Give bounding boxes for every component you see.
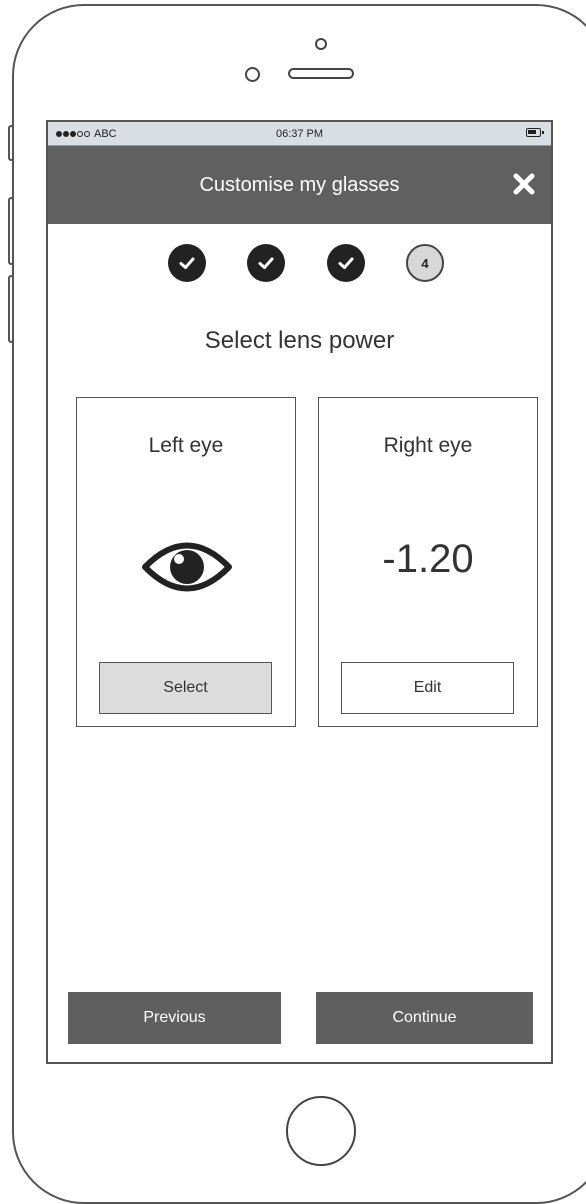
right-eye-card: Right eye -1.20 Edit — [318, 397, 538, 727]
camera — [315, 38, 327, 50]
left-eye-title: Left eye — [148, 434, 224, 457]
volume-down-button — [8, 275, 14, 343]
home-button[interactable] — [286, 1096, 356, 1166]
right-eye-title: Right eye — [383, 434, 473, 457]
continue-button[interactable]: Continue — [316, 992, 533, 1044]
screen: ABC 06:37 PM Customise my glasses 4 Sele… — [46, 120, 553, 1064]
status-bar: ABC 06:37 PM — [48, 122, 551, 146]
speaker — [288, 68, 354, 79]
step-1-complete — [168, 244, 206, 282]
signal-icon — [56, 130, 90, 137]
section-title: Select lens power — [204, 327, 395, 354]
left-eye-card: Left eye Select — [76, 397, 296, 727]
eye-icon — [142, 542, 232, 592]
volume-up-button — [8, 197, 14, 265]
sensor — [245, 67, 260, 82]
check-icon — [338, 257, 354, 269]
step-4-current: 4 — [406, 244, 444, 282]
step-3-complete — [327, 244, 365, 282]
close-icon — [513, 173, 535, 195]
check-icon — [179, 257, 195, 269]
edit-button[interactable]: Edit — [341, 662, 514, 714]
battery-icon — [526, 128, 544, 137]
select-button[interactable]: Select — [99, 662, 272, 714]
lens-power-value: -1.20 — [382, 537, 474, 581]
check-icon — [258, 257, 274, 269]
status-time: 06:37 PM — [275, 127, 324, 140]
mute-switch — [8, 125, 14, 161]
close-button[interactable] — [511, 171, 537, 197]
carrier-label: ABC — [94, 127, 117, 140]
step-2-complete — [247, 244, 285, 282]
navbar: Customise my glasses — [48, 146, 551, 224]
progress-steps: 4 — [48, 244, 551, 284]
page-title: Customise my glasses — [199, 173, 400, 196]
previous-button[interactable]: Previous — [68, 992, 281, 1044]
